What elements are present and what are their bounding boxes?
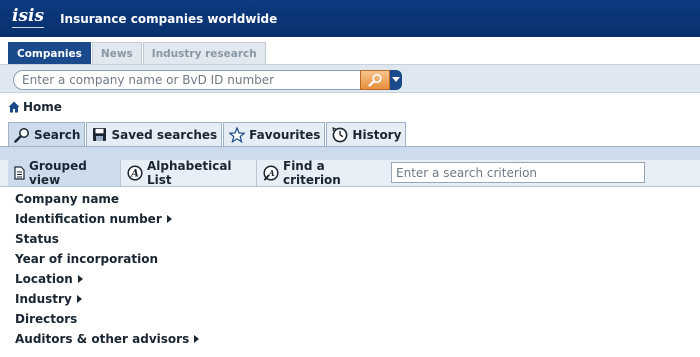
app-header: isis Insurance companies worldwide	[0, 0, 700, 37]
document-icon	[14, 166, 25, 180]
tab-search-label: Search	[34, 127, 81, 142]
expand-arrow-icon	[166, 215, 172, 223]
criterion-label: Auditors & other advisors	[15, 332, 190, 346]
criterion-status[interactable]: Status	[15, 229, 199, 249]
search-icon	[367, 73, 383, 87]
tab-history-label: History	[352, 127, 402, 142]
isis-logo[interactable]: isis	[12, 8, 45, 28]
magnifier-icon	[14, 127, 30, 143]
criterion-label: Location	[15, 272, 73, 286]
tab-news[interactable]: News	[91, 42, 142, 64]
main-tabs-bar	[0, 146, 700, 160]
tab-grouped-view-label: Grouped view	[29, 159, 87, 187]
criterion-auditors-advisors[interactable]: Auditors & other advisors	[15, 329, 200, 349]
expand-arrow-icon	[77, 275, 83, 283]
tab-favourites[interactable]: Favourites	[223, 122, 326, 146]
tab-search[interactable]: Search	[8, 122, 86, 146]
view-tabs: Grouped view A Alphabetical List A Find …	[0, 159, 700, 187]
tab-companies[interactable]: Companies	[8, 42, 91, 64]
search-dropdown-button[interactable]	[390, 70, 402, 90]
criterion-label: Industry	[15, 292, 72, 306]
criterion-company-name[interactable]: Company name	[15, 189, 199, 209]
search-band: Enter a company name or BvD ID number	[0, 64, 700, 93]
clock-icon	[332, 126, 348, 143]
criterion-label: Year of incorporation	[15, 252, 158, 266]
tab-history[interactable]: History	[326, 122, 407, 146]
star-icon	[229, 126, 246, 143]
criterion-search-input[interactable]: Enter a search criterion	[391, 162, 645, 183]
tab-favourites-label: Favourites	[249, 127, 321, 142]
tab-find-criterion[interactable]: A Find a criterion	[257, 159, 387, 187]
criterion-label: Identification number	[15, 212, 162, 226]
search-button[interactable]	[360, 70, 390, 90]
app-title: Insurance companies worldwide	[60, 11, 278, 26]
home-icon	[8, 101, 20, 113]
criterion-identification-number[interactable]: Identification number	[15, 209, 199, 229]
criterion-label: Directors	[15, 312, 78, 326]
criterion-label: Company name	[15, 192, 120, 206]
breadcrumb-home[interactable]: Home	[8, 99, 62, 115]
find-icon: A	[263, 165, 279, 181]
tab-alphabetical-list[interactable]: A Alphabetical List	[121, 159, 257, 187]
expand-arrow-icon	[194, 335, 200, 343]
criterion-location[interactable]: Location	[15, 269, 199, 289]
criteria-list: Company name Identification number Statu…	[15, 189, 200, 349]
letter-a-icon: A	[127, 165, 143, 181]
criterion-label: Status	[15, 232, 59, 246]
expand-arrow-icon	[76, 295, 82, 303]
top-tabs: Companies News Industry research	[8, 42, 267, 64]
criterion-industry[interactable]: Industry	[15, 289, 199, 309]
svg-text:A: A	[130, 169, 139, 180]
tab-industry-research[interactable]: Industry research	[142, 42, 266, 64]
main-tabs: Search Saved searches Favourites History	[8, 122, 407, 146]
home-label: Home	[23, 100, 62, 114]
criterion-year-of-incorporation[interactable]: Year of incorporation	[15, 249, 199, 269]
tab-grouped-view[interactable]: Grouped view	[8, 159, 121, 187]
tab-saved-searches-label: Saved searches	[111, 127, 218, 142]
company-search-input[interactable]: Enter a company name or BvD ID number	[13, 70, 361, 90]
tab-find-criterion-label: Find a criterion	[283, 159, 341, 187]
tab-saved-searches[interactable]: Saved searches	[86, 122, 223, 146]
tab-alphabetical-list-label: Alphabetical List	[147, 159, 232, 187]
floppy-disk-icon	[92, 127, 107, 142]
criterion-directors[interactable]: Directors	[15, 309, 199, 329]
chevron-down-icon	[392, 77, 400, 83]
